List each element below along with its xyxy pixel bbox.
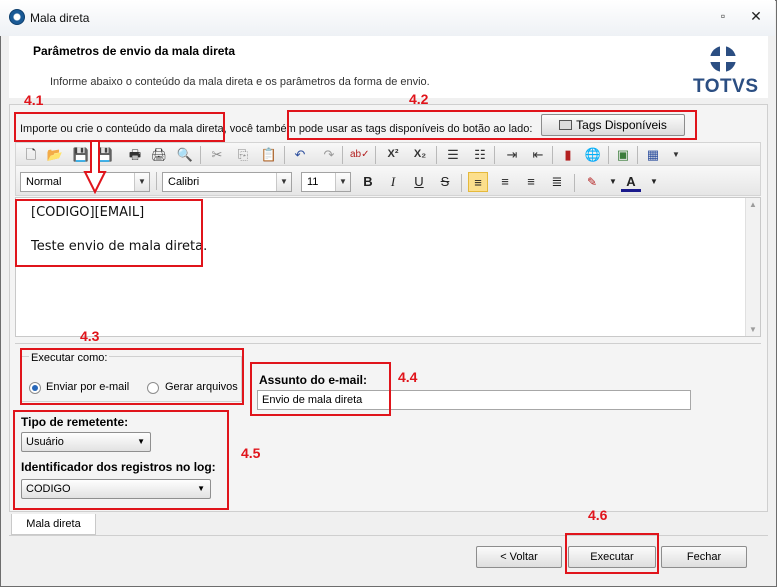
annotation-label-4-4: 4.4 [398, 369, 418, 385]
find-icon[interactable]: 🔍 [176, 146, 194, 163]
annotation-box-4-6 [565, 533, 659, 574]
annotation-label-4-2: 4.2 [409, 91, 429, 107]
close-button[interactable]: Fechar [661, 546, 747, 568]
justify-icon[interactable]: ≣ [547, 172, 567, 192]
subscript-icon[interactable]: X₂ [411, 146, 429, 163]
section-divider [15, 343, 761, 344]
new-icon[interactable]: 🗋 [22, 146, 40, 163]
font-size-value: 11 [307, 176, 319, 188]
print-preview-icon[interactable]: 🖨 [150, 146, 168, 163]
image-icon[interactable]: ▣ [614, 146, 632, 163]
annotation-box-4-3 [20, 348, 244, 405]
style-value: Normal [26, 176, 62, 188]
annotation-box-4-1 [14, 112, 225, 142]
totvs-logo: TOTVS [693, 44, 759, 102]
toolbar-separator [608, 146, 609, 164]
annotation-box-4-4 [250, 362, 391, 416]
toolbar-separator [552, 146, 553, 164]
annotation-box-editor [15, 199, 203, 267]
close-icon[interactable]: ✕ [747, 8, 765, 24]
superscript-icon[interactable]: X² [384, 146, 402, 163]
editor-scrollbar[interactable]: ▲ ▼ [745, 198, 760, 336]
copy-icon[interactable]: ⎘ [234, 146, 252, 163]
table-dropdown-icon[interactable]: ▼ [667, 146, 685, 163]
annotation-label-4-3: 4.3 [80, 328, 100, 344]
indent-icon[interactable]: ⇥ [503, 146, 521, 163]
underline-button[interactable]: U [409, 172, 429, 192]
font-value: Calibri [168, 176, 200, 188]
annotation-label-4-6: 4.6 [588, 507, 608, 523]
highlight-icon[interactable]: ✎ [582, 172, 602, 192]
toolbar-separator [342, 146, 343, 164]
paste-icon[interactable]: 📋 [260, 146, 278, 163]
align-center-icon[interactable]: ≡ [495, 172, 515, 192]
chevron-down-icon: ▼ [335, 173, 350, 191]
toolbar-separator [156, 172, 157, 190]
toolbar-separator [461, 174, 462, 192]
cut-icon[interactable]: ✂ [208, 146, 226, 163]
hyperlink-icon[interactable]: 🌐 [584, 146, 602, 163]
toolbar-separator [637, 146, 638, 164]
toolbar-separator [436, 146, 437, 164]
annotation-arrow-icon [83, 140, 107, 194]
print-icon[interactable]: 🖶 [126, 146, 144, 163]
wizard-header: Parâmetros de envio da mala direta Infor… [9, 36, 768, 98]
font-color-dropdown-icon[interactable]: ▼ [644, 172, 664, 192]
font-size-select[interactable]: 11 ▼ [301, 172, 351, 192]
toolbar-separator [574, 174, 575, 192]
annotation-label-4-1: 4.1 [24, 92, 44, 108]
undo-icon[interactable]: ↶ [291, 146, 309, 163]
align-right-icon[interactable]: ≡ [521, 172, 541, 192]
bold-button[interactable]: B [358, 172, 378, 192]
strikethrough-button[interactable]: S [435, 172, 455, 192]
scroll-up-icon[interactable]: ▲ [749, 200, 757, 209]
chevron-down-icon: ▼ [276, 173, 291, 191]
totvs-logo-mark [710, 46, 736, 72]
align-left-icon[interactable]: ≡ [468, 172, 488, 192]
logo-text: TOTVS [693, 76, 759, 97]
annotation-label-4-5: 4.5 [241, 445, 261, 461]
toolbar-separator [494, 146, 495, 164]
highlight-dropdown-icon[interactable]: ▼ [603, 172, 623, 192]
font-select[interactable]: Calibri ▼ [162, 172, 292, 192]
outdent-icon[interactable]: ⇤ [529, 146, 547, 163]
editor-toolbar: 🗋 📂 💾 💾 🖶 🖨 🔍 ✂ ⎘ 📋 ↶ ↷ ab✓ X² X₂ ☰ ☷ ⇥ … [15, 142, 761, 166]
toolbar-separator [375, 146, 376, 164]
tab-mala-direta[interactable]: Mala direta [11, 514, 96, 535]
toolbar-separator [284, 146, 285, 164]
chevron-down-icon: ▼ [134, 173, 149, 191]
open-icon[interactable]: 📂 [46, 146, 64, 163]
annotation-box-4-5 [13, 410, 229, 510]
restore-icon[interactable]: ▫ [714, 8, 732, 24]
title-bar: Mala direta ▫ ✕ [0, 0, 775, 36]
bookmark-icon[interactable]: ▮ [559, 146, 577, 163]
numbered-list-icon[interactable]: ☰ [444, 146, 462, 163]
spellcheck-icon[interactable]: ab✓ [350, 146, 370, 163]
redo-icon[interactable]: ↷ [320, 146, 338, 163]
window-title: Mala direta [30, 11, 90, 25]
app-icon [9, 9, 25, 25]
annotation-box-4-2 [287, 110, 697, 140]
bullet-list-icon[interactable]: ☷ [471, 146, 489, 163]
table-icon[interactable]: ▦ [644, 146, 662, 163]
toolbar-separator [200, 146, 201, 164]
scroll-down-icon[interactable]: ▼ [749, 325, 757, 334]
back-button[interactable]: < Voltar [476, 546, 562, 568]
font-color-icon[interactable]: A [621, 172, 641, 192]
italic-button[interactable]: I [383, 172, 403, 192]
page-subtitle: Informe abaixo o conteúdo da mala direta… [50, 76, 430, 88]
page-title: Parâmetros de envio da mala direta [33, 44, 236, 58]
